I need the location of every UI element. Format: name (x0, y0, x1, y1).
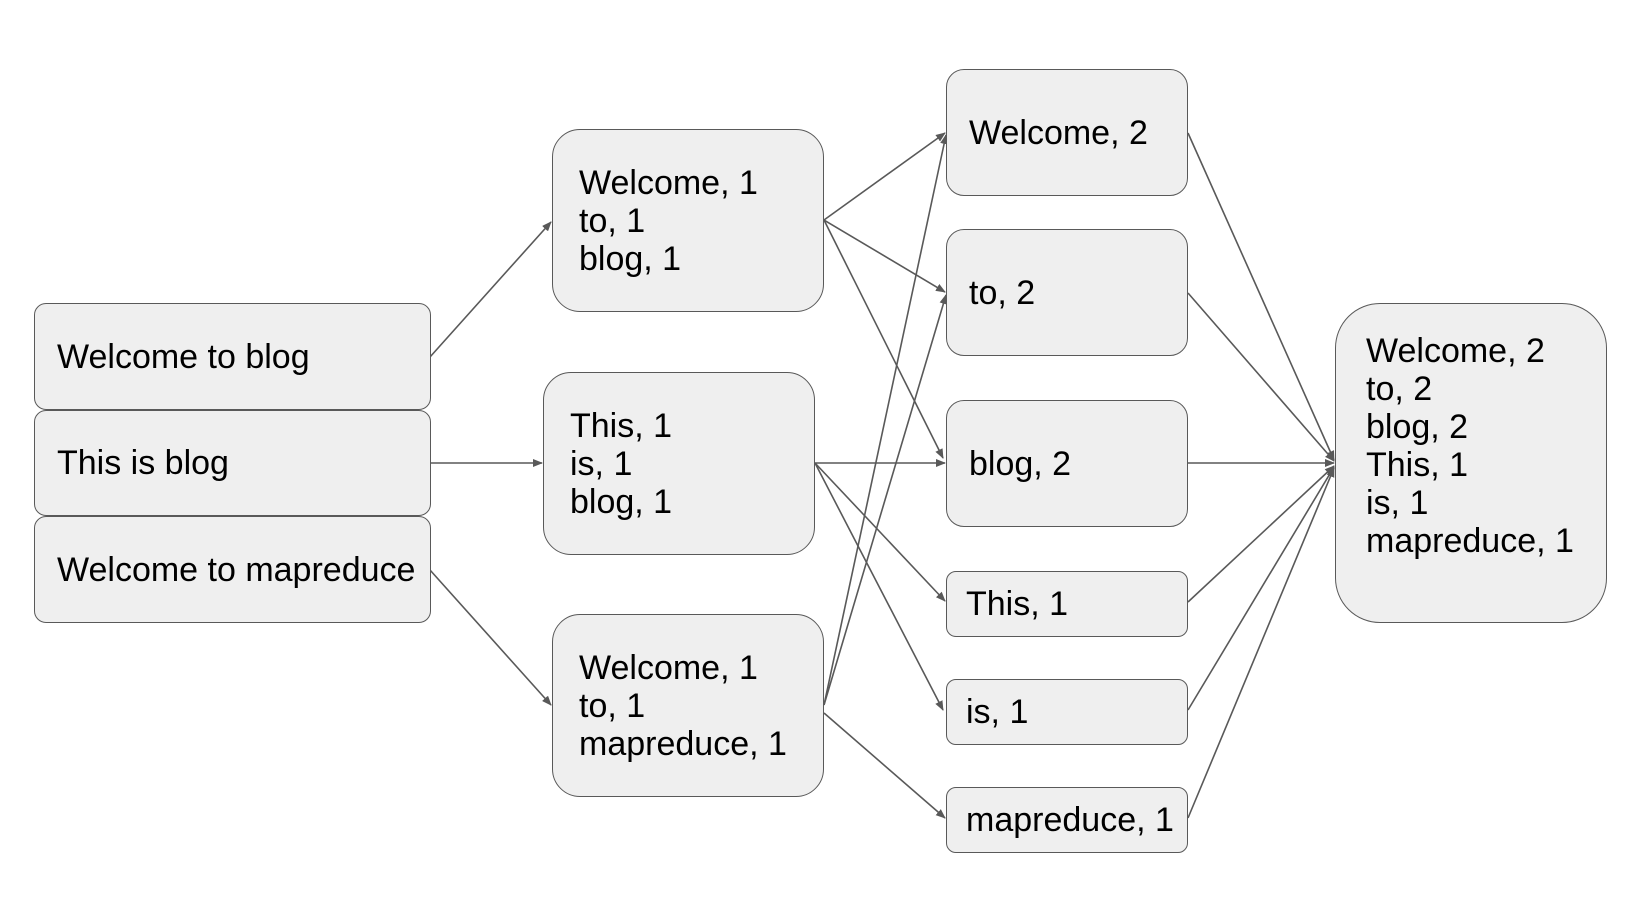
map-box-2-line-3: blog, 1 (570, 482, 673, 521)
map-box-1-line-1: Welcome, 1 (579, 163, 758, 202)
output-line-3: blog, 2 (1366, 408, 1469, 446)
output-box: Welcome, 2 to, 2 blog, 2 This, 1 is, 1 m… (1335, 303, 1607, 623)
reduce-label-this: This, 1 (966, 585, 1069, 623)
input-line-2: This is blog (57, 444, 229, 482)
reduce-label-blog: blog, 2 (969, 444, 1072, 483)
map-box-1-line-3: blog, 1 (579, 239, 682, 278)
arrow-map3-to (823, 294, 948, 706)
input-box-2: This is blog (34, 410, 431, 516)
reduce-box-mapreduce: mapreduce, 1 (946, 787, 1188, 853)
map-box-3: Welcome, 1 to, 1 mapreduce, 1 (552, 614, 824, 797)
reduce-box-this: This, 1 (946, 571, 1188, 637)
output-line-2: to, 2 (1366, 370, 1433, 408)
reduce-label-welcome: Welcome, 2 (969, 113, 1148, 152)
map-box-3-line-1: Welcome, 1 (579, 648, 758, 687)
reduce-label-mapreduce: mapreduce, 1 (966, 801, 1174, 839)
arrow-map3-mapreduce (823, 712, 946, 819)
arrow-is-output (1187, 466, 1335, 711)
output-line-6: mapreduce, 1 (1366, 522, 1574, 560)
arrow-to-output (1187, 292, 1335, 462)
arrow-map1-welcome (823, 132, 946, 221)
reduce-label-is: is, 1 (966, 693, 1029, 731)
arrow-map2-this (814, 462, 946, 602)
reduce-label-to: to, 2 (969, 273, 1036, 312)
arrow-this-output (1187, 465, 1335, 603)
map-box-1: Welcome, 1 to, 1 blog, 1 (552, 129, 824, 312)
input-line-3: Welcome to mapreduce (57, 550, 416, 589)
map-box-2-line-1: This, 1 (570, 406, 673, 445)
arrow-map3-welcome (823, 134, 949, 706)
reduce-box-is: is, 1 (946, 679, 1188, 745)
arrow-mapreduce-output (1187, 467, 1335, 819)
map-box-2: This, 1 is, 1 blog, 1 (543, 372, 815, 555)
input-line-1: Welcome to blog (57, 337, 310, 376)
map-box-1-line-2: to, 1 (579, 201, 646, 240)
reduce-box-welcome: Welcome, 2 (946, 69, 1188, 196)
output-line-1: Welcome, 2 (1366, 332, 1545, 370)
output-line-4: This, 1 (1366, 446, 1469, 484)
map-box-2-line-2: is, 1 (570, 444, 633, 483)
arrow-input1-map1 (429, 221, 552, 358)
reduce-box-blog: blog, 2 (946, 400, 1188, 527)
arrow-input3-map3 (429, 569, 552, 706)
arrow-welcome-output (1187, 132, 1335, 461)
map-box-3-line-3: mapreduce, 1 (579, 724, 787, 763)
input-box-3: Welcome to mapreduce (34, 516, 431, 623)
output-line-5: is, 1 (1366, 484, 1429, 522)
input-box-1: Welcome to blog (34, 303, 431, 410)
reduce-box-to: to, 2 (946, 229, 1188, 356)
map-box-3-line-2: to, 1 (579, 686, 646, 725)
